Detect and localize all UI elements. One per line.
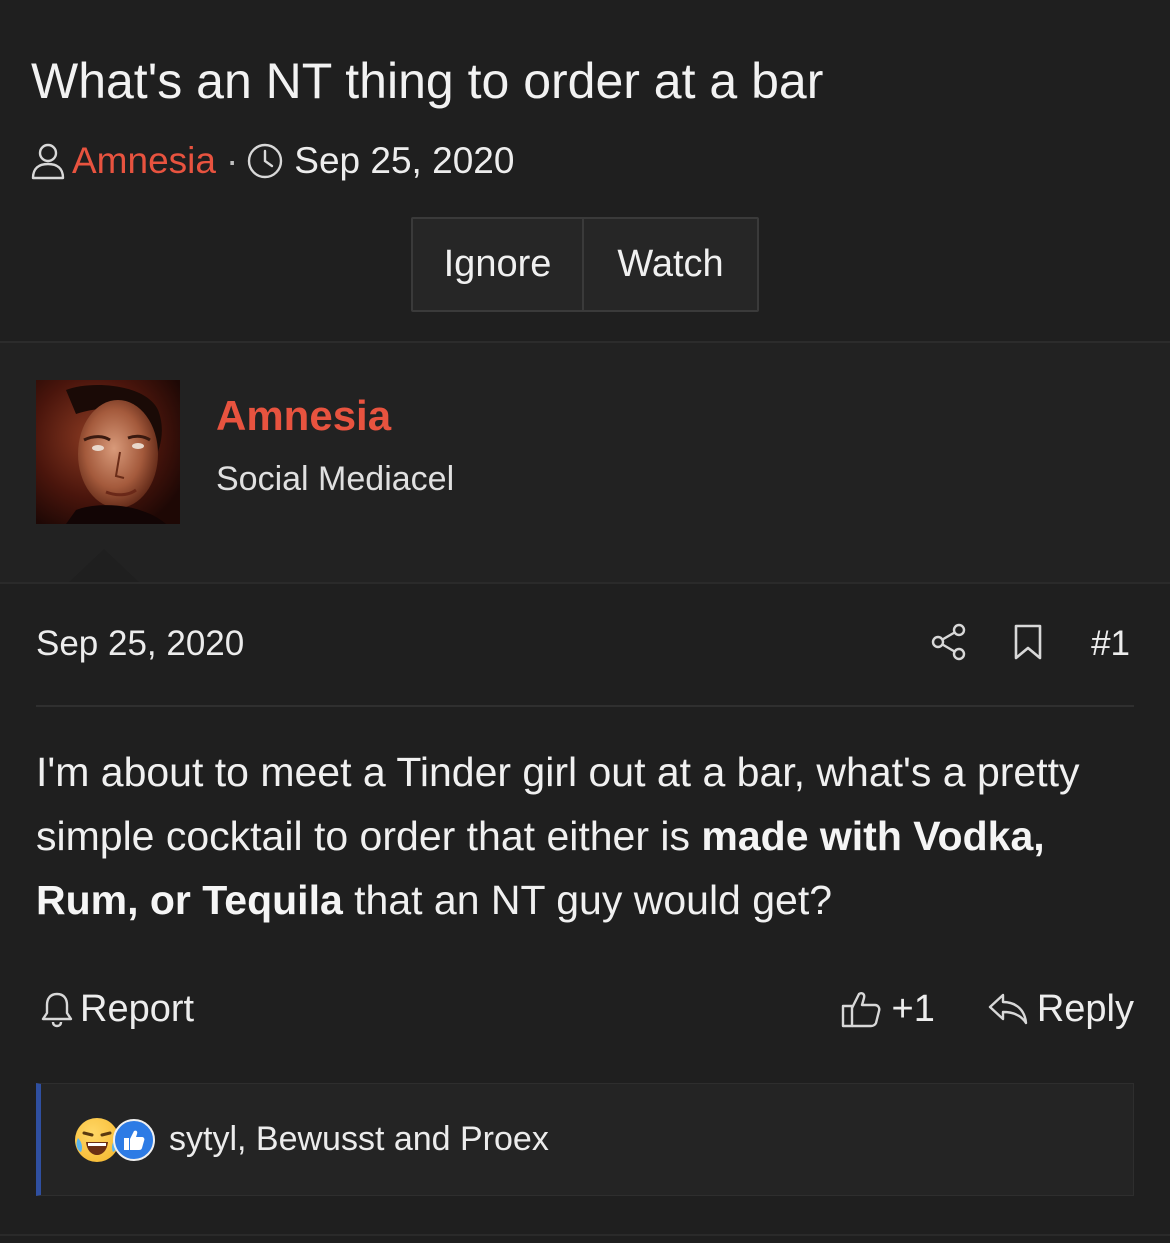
- thread-button-group: Ignore Watch: [411, 217, 759, 312]
- post-body-text-end: that an NT guy would get?: [342, 877, 833, 923]
- avatar[interactable]: [36, 380, 180, 524]
- thread-author-link[interactable]: Amnesia: [72, 140, 216, 182]
- post-pointer-arrow: [66, 549, 142, 585]
- bell-icon: [40, 990, 74, 1028]
- thread-header: What's an NT thing to order at a bar Amn…: [0, 0, 1170, 342]
- post-number-link[interactable]: #1: [1091, 624, 1130, 664]
- ignore-button[interactable]: Ignore: [413, 219, 584, 310]
- reply-button[interactable]: Reply: [987, 988, 1134, 1031]
- like-emoji-icon: [113, 1118, 155, 1161]
- thumbs-up-icon: [840, 988, 882, 1030]
- like-button[interactable]: +1: [840, 988, 935, 1031]
- user-icon: [30, 141, 66, 181]
- clock-icon: [246, 142, 284, 180]
- thread-meta: Amnesia · Sep 25, 2020: [30, 140, 514, 182]
- reply-icon: [987, 991, 1029, 1027]
- post-body: I'm about to meet a Tinder girl out at a…: [36, 740, 1146, 932]
- thread-title: What's an NT thing to order at a bar: [31, 53, 824, 109]
- reactions-users[interactable]: sytyl, Bewusst and Proex: [169, 1120, 549, 1159]
- reply-label: Reply: [1036, 987, 1134, 1030]
- like-label: +1: [891, 987, 935, 1030]
- report-label: Report: [80, 987, 195, 1030]
- post-username[interactable]: Amnesia: [216, 392, 391, 440]
- meta-separator: ·: [225, 140, 239, 181]
- user-title: Social Mediacel: [216, 460, 455, 498]
- reactions-bar[interactable]: sytyl, Bewusst and Proex: [36, 1083, 1134, 1196]
- thread-date[interactable]: Sep 25, 2020: [294, 140, 514, 182]
- post-footer: Report +1 Reply: [40, 982, 1134, 1036]
- post-date[interactable]: Sep 25, 2020: [36, 624, 244, 664]
- post-top-actions: #1: [931, 622, 1130, 666]
- reaction-icons: [75, 1117, 155, 1162]
- post-header-rule: [36, 705, 1134, 707]
- post-user-block: Amnesia Social Mediacel: [0, 343, 1170, 583]
- watch-button[interactable]: Watch: [584, 219, 757, 310]
- bookmark-icon[interactable]: [1013, 623, 1043, 666]
- bottom-divider: [0, 1234, 1170, 1236]
- share-icon[interactable]: [931, 623, 967, 666]
- post: Sep 25, 2020 #1 I'm about to meet a Tind…: [0, 584, 1170, 1243]
- report-button[interactable]: Report: [40, 988, 194, 1031]
